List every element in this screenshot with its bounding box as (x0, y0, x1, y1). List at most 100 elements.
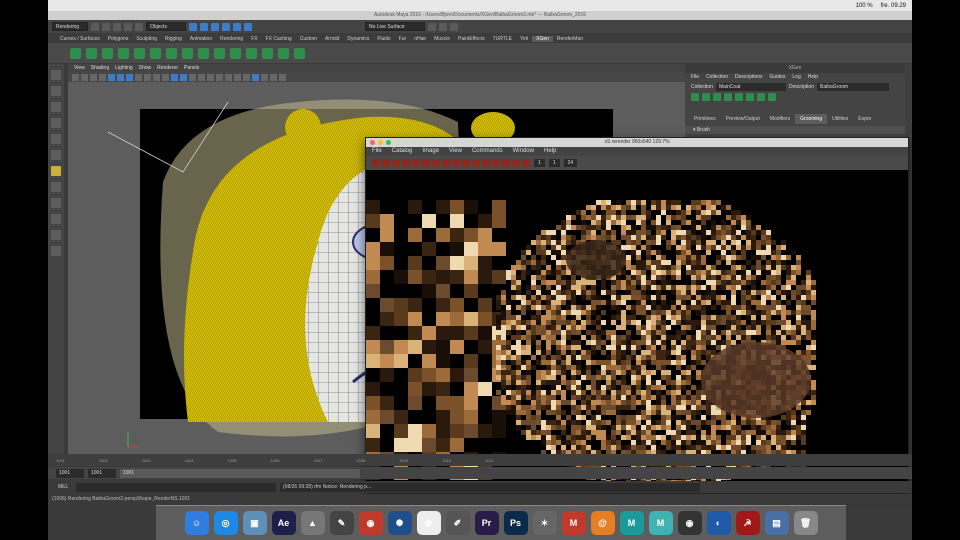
dock-preview-icon[interactable]: ▣ (242, 511, 267, 535)
xray-joints-icon[interactable] (270, 73, 277, 81)
time-slider[interactable]: 1001 1002 1003 1004 1005 1006 1007 1008 … (48, 454, 912, 466)
tab-utilities[interactable]: Utilities (827, 114, 853, 124)
snap-point-icon[interactable] (222, 22, 230, 31)
motion-blur-icon[interactable] (234, 73, 241, 81)
dock-photoshop-icon[interactable]: Ps (503, 511, 528, 535)
rerender-icon[interactable] (382, 159, 390, 167)
end-frame-field[interactable]: 24 (563, 159, 578, 167)
isolate-icon[interactable] (252, 73, 259, 81)
film-gate-icon[interactable] (117, 73, 124, 81)
render-icon[interactable] (372, 159, 380, 167)
tab-rigging[interactable]: Rigging (161, 36, 186, 42)
tab-turtle[interactable]: TURTLE (489, 36, 516, 42)
guide-sculpt-icon[interactable] (735, 93, 743, 101)
smooth-shade-icon[interactable] (180, 73, 187, 81)
vp-menu-panels[interactable]: Panels (184, 64, 199, 72)
xgen-width-icon[interactable] (246, 47, 257, 59)
dock-photos-icon[interactable]: ✿ (416, 511, 441, 535)
safe-action-icon[interactable] (153, 73, 160, 81)
dock-cinema-icon[interactable]: ✺ (387, 511, 412, 535)
select-tool-icon[interactable] (51, 70, 61, 80)
snap-grid-icon[interactable] (200, 22, 208, 31)
add-collection-icon[interactable] (702, 93, 710, 101)
start-frame-field[interactable]: 1 (534, 159, 545, 167)
vp-menu-view[interactable]: View (74, 64, 85, 72)
camera-attr-icon[interactable] (81, 73, 88, 81)
render-menu-file[interactable]: File (372, 147, 382, 156)
mel-label[interactable]: MEL (58, 484, 72, 490)
select-mode-icon[interactable] (189, 22, 197, 31)
dock-resolve-icon[interactable]: ◉ (358, 511, 383, 535)
ipr-icon[interactable] (450, 22, 458, 31)
groom-tool-icon[interactable] (51, 166, 61, 176)
antialias-icon[interactable] (243, 73, 250, 81)
vp-menu-renderer[interactable]: Renderer (157, 64, 178, 72)
lights-icon[interactable] (207, 73, 214, 81)
remove-image-icon[interactable] (482, 159, 490, 167)
xgen-clump-icon[interactable] (262, 47, 273, 59)
tab-sculpting[interactable]: Sculpting (132, 36, 161, 42)
tab-expressions[interactable]: Expre (853, 114, 876, 124)
render-menu-window[interactable]: Window (513, 147, 534, 156)
xgen-preview-icon[interactable] (294, 47, 305, 59)
camera-icon[interactable] (72, 73, 79, 81)
paint-select-icon[interactable] (51, 102, 61, 112)
description-dropdown[interactable]: BaibaGroom (816, 83, 889, 91)
xgen-guide-move-icon[interactable] (134, 47, 145, 59)
keep-image-icon[interactable] (472, 159, 480, 167)
safe-title-icon[interactable] (162, 73, 169, 81)
save-scene-icon[interactable] (113, 22, 121, 31)
vp-menu-show[interactable]: Show (139, 64, 152, 72)
minimize-icon[interactable] (378, 140, 383, 145)
field-chart-icon[interactable] (144, 73, 151, 81)
tab-fx[interactable]: FX (247, 36, 261, 42)
new-scene-icon[interactable] (91, 22, 99, 31)
dock-archive-icon[interactable]: ☭ (735, 511, 760, 535)
xgen-groom-icon[interactable] (166, 47, 177, 59)
stop-icon[interactable] (522, 159, 530, 167)
tab-muscle[interactable]: Muscle (430, 36, 454, 42)
xgen-menu-guides[interactable]: Guides (770, 73, 786, 82)
xgen-menu-log[interactable]: Log (792, 73, 800, 82)
xgen-comb-icon[interactable] (182, 47, 193, 59)
grid-icon[interactable] (108, 73, 115, 81)
dock-blender-icon[interactable]: ◐ (706, 511, 731, 535)
xgen-menu-descriptions[interactable]: Descriptions (735, 73, 763, 82)
side-layout-icon[interactable] (51, 214, 61, 224)
render-menu-catalog[interactable]: Catalog (392, 147, 413, 156)
tab-fur[interactable]: Fur (395, 36, 411, 42)
xgen-editor-icon[interactable] (70, 47, 81, 59)
color-icon[interactable] (432, 159, 440, 167)
guide-edit-icon[interactable] (757, 93, 765, 101)
brush-section[interactable]: ▾ Brush (685, 126, 905, 134)
guide-tools-icon[interactable] (713, 93, 721, 101)
dock-premiere-icon[interactable]: Pr (474, 511, 499, 535)
tab-custom[interactable]: Custom (296, 36, 321, 42)
single-layout-icon[interactable] (51, 182, 61, 192)
xgen-menu-collection[interactable]: Collection (706, 73, 728, 82)
alpha-icon[interactable] (452, 159, 460, 167)
xgen-guide-add-icon[interactable] (118, 47, 129, 59)
battery-status[interactable]: 100 % (856, 3, 873, 9)
tab-preview-output[interactable]: Preview/Output (721, 114, 765, 124)
command-input[interactable] (76, 482, 276, 492)
xgen-density-icon[interactable] (214, 47, 225, 59)
snapshot-icon[interactable] (402, 159, 410, 167)
xgen-menu-help[interactable]: Help (808, 73, 818, 82)
region-icon[interactable] (392, 159, 400, 167)
render-menu-help[interactable]: Help (544, 147, 556, 156)
dock-after-effects-icon[interactable]: Ae (271, 511, 296, 535)
start-time-field[interactable]: 1001 (88, 468, 116, 478)
tab-animation[interactable]: Animation (186, 36, 216, 42)
dock-finder-icon[interactable]: ☺ (184, 511, 209, 535)
rotate-tool-icon[interactable] (51, 134, 61, 144)
fit-icon[interactable] (462, 159, 470, 167)
objects-dropdown[interactable]: Objects (146, 22, 186, 31)
menuset-dropdown[interactable]: Rendering (52, 22, 88, 31)
bookmark-icon[interactable] (90, 73, 97, 81)
dock-mudbox-icon[interactable]: ✶ (532, 511, 557, 535)
tab-rendering[interactable]: Rendering (216, 36, 247, 42)
close-icon[interactable] (370, 140, 375, 145)
move-tool-icon[interactable] (51, 118, 61, 128)
undo-icon[interactable] (124, 22, 132, 31)
